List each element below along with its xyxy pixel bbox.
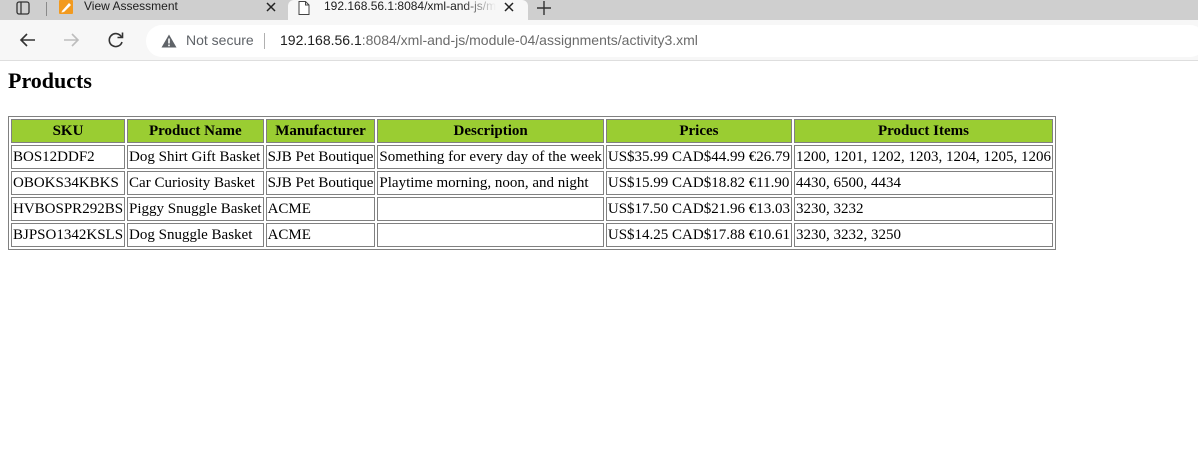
table-row: BOS12DDF2 Dog Shirt Gift Basket SJB Pet … (11, 145, 1053, 169)
cell-prices: US$35.99 CAD$44.99 €26.79 (605, 145, 792, 169)
cell-sku: OBOKS34KBKS (11, 171, 126, 195)
cell-product-items: 4430, 6500, 4434 (793, 171, 1053, 195)
tab-separator (46, 2, 47, 16)
cell-prices: US$14.25 CAD$17.88 €10.61 (605, 223, 792, 247)
tab-activity3-xml[interactable]: 192.168.56.1:8084/xml-and-js/module-04/a… (288, 0, 528, 20)
tab-title: View Assessment (84, 0, 178, 13)
table-row: BJPSO1342KSLS Dog Snuggle Basket ACME US… (11, 223, 1053, 247)
browser-toolbar: Not secure 192.168.56.1:8084/xml-and-js/… (0, 20, 1198, 61)
cell-prices: US$15.99 CAD$18.82 €11.90 (605, 171, 792, 195)
column-header-prices: Prices (605, 119, 792, 143)
cell-product-items: 1200, 1201, 1202, 1203, 1204, 1205, 1206 (793, 145, 1053, 169)
security-status-label[interactable]: Not secure (186, 32, 254, 48)
column-header-product-name: Product Name (127, 119, 264, 143)
cell-manufacturer: SJB Pet Boutique (265, 145, 376, 169)
page-title: Products (8, 68, 92, 93)
url-host: 192.168.56.1 (280, 32, 362, 48)
cell-sku: BJPSO1342KSLS (11, 223, 126, 247)
url-text[interactable]: 192.168.56.1:8084/xml-and-js/module-04/a… (280, 32, 698, 48)
close-icon[interactable] (264, 0, 278, 14)
cell-sku: BOS12DDF2 (11, 145, 126, 169)
cell-description (377, 223, 604, 247)
cell-product-name: Piggy Snuggle Basket (127, 197, 264, 221)
browser-tab-strip: View Assessment 192.168.56.1:8084/xml-an… (0, 0, 1198, 20)
cell-manufacturer: ACME (265, 223, 376, 247)
cell-product-name: Car Curiosity Basket (127, 171, 264, 195)
tab-title: 192.168.56.1:8084/xml-and-js/module-04/a… (324, 0, 496, 13)
document-icon (298, 1, 310, 15)
table-header-row: SKU Product Name Manufacturer Descriptio… (11, 119, 1053, 143)
cell-manufacturer: ACME (265, 197, 376, 221)
cell-description (377, 197, 604, 221)
cell-description: Something for every day of the week (377, 145, 604, 169)
table-row: OBOKS34KBKS Car Curiosity Basket SJB Pet… (11, 171, 1053, 195)
column-header-sku: SKU (11, 119, 126, 143)
address-separator (264, 33, 265, 49)
address-bar[interactable]: Not secure 192.168.56.1:8084/xml-and-js/… (146, 25, 1198, 57)
back-arrow-icon[interactable] (18, 30, 38, 50)
cell-prices: US$17.50 CAD$21.96 €13.03 (605, 197, 792, 221)
table-row: HVBOSPR292BS Piggy Snuggle Basket ACME U… (11, 197, 1053, 221)
pencil-note-icon (58, 0, 74, 14)
column-header-manufacturer: Manufacturer (265, 119, 376, 143)
cell-manufacturer: SJB Pet Boutique (265, 171, 376, 195)
forward-arrow-icon[interactable] (61, 30, 81, 50)
cell-product-items: 3230, 3232 (793, 197, 1053, 221)
column-header-product-items: Product Items (793, 119, 1053, 143)
window-icon[interactable] (16, 1, 30, 15)
cell-sku: HVBOSPR292BS (11, 197, 126, 221)
reload-icon[interactable] (106, 30, 126, 50)
column-header-description: Description (377, 119, 604, 143)
tab-view-assessment[interactable]: View Assessment (48, 0, 284, 20)
cell-product-name: Dog Shirt Gift Basket (127, 145, 264, 169)
warning-triangle-icon[interactable] (161, 34, 177, 48)
page-content: Products SKU Product Name Manufacturer D… (0, 62, 1198, 460)
cell-product-items: 3230, 3232, 3250 (793, 223, 1053, 247)
cell-description: Playtime morning, noon, and night (377, 171, 604, 195)
close-icon[interactable] (502, 0, 516, 14)
url-path: :8084/xml-and-js/module-04/assignments/a… (361, 32, 698, 48)
cell-product-name: Dog Snuggle Basket (127, 223, 264, 247)
products-table: SKU Product Name Manufacturer Descriptio… (8, 116, 1056, 250)
plus-icon[interactable] (536, 0, 552, 16)
